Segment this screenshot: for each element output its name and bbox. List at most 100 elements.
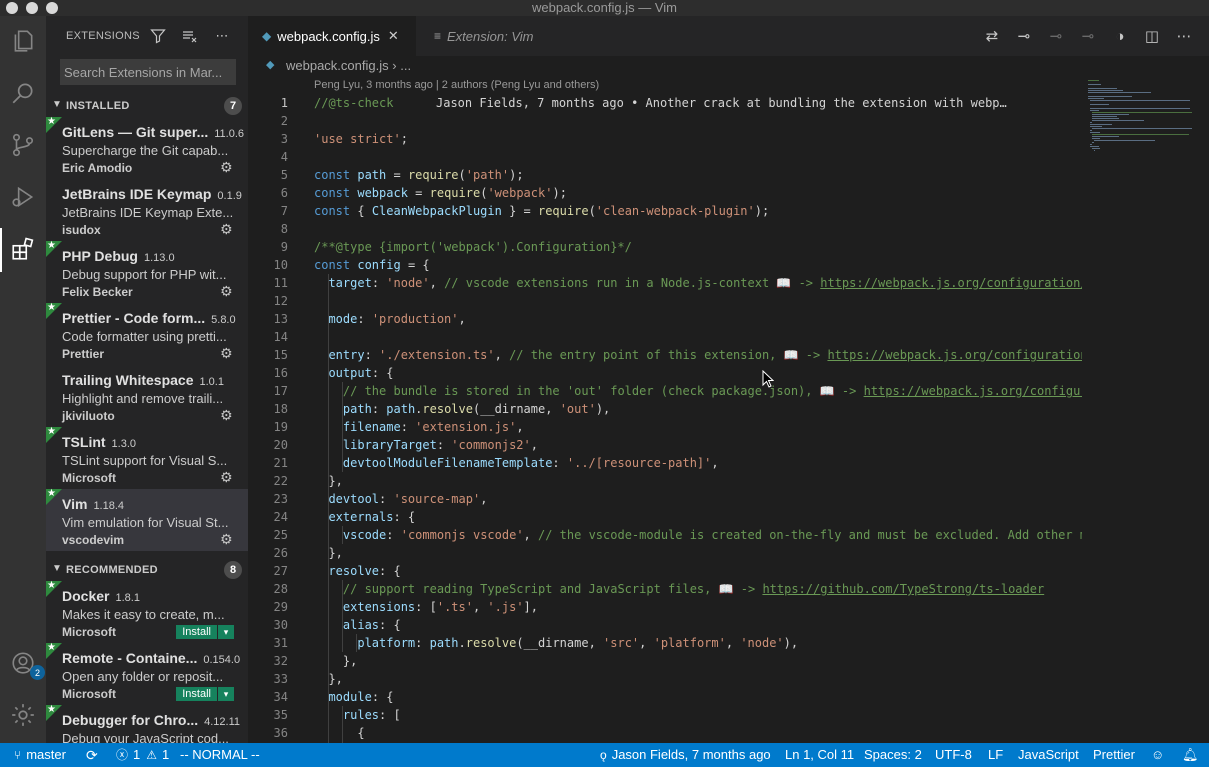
code-line[interactable]: 3 'use strict'; (248, 130, 1082, 148)
accounts-icon[interactable]: 2 (8, 648, 45, 680)
install-button[interactable]: Install ▾ (176, 687, 234, 701)
manage-gear-icon[interactable]: ⚙ (220, 222, 234, 236)
code-line[interactable]: 2 (248, 112, 1082, 130)
next-revision-icon[interactable]: ⊸ (1078, 26, 1098, 46)
code-line[interactable]: 7 const { CleanWebpackPlugin } = require(… (248, 202, 1082, 220)
code-line[interactable]: 21 devtoolModuleFilenameTemplate: '../[r… (248, 454, 1082, 472)
code-line[interactable]: 31 platform: path.resolve(__dirname, 'sr… (248, 634, 1082, 652)
code-line[interactable]: 9 /**@type {import('webpack').Configurati… (248, 238, 1082, 256)
code-line[interactable]: 25 vscode: 'commonjs vscode', // the vsc… (248, 526, 1082, 544)
extension-item[interactable]: ★ PHP Debug 1.13.0 Debug support for PHP wi… (46, 240, 248, 303)
code-line[interactable]: 34 module: { (248, 688, 1082, 706)
code-line[interactable]: 23 devtool: 'source-map', (248, 490, 1082, 508)
previous-revision-icon[interactable]: ⊸ (1046, 26, 1066, 46)
encoding-status[interactable]: UTF-8 (935, 743, 972, 767)
code-line[interactable]: 33 }, (248, 670, 1082, 688)
extension-item[interactable]: ★ GitLens — Git super... 11.0.6 Supercharge… (46, 116, 248, 179)
chevron-down-icon[interactable]: ▾ (218, 625, 234, 639)
blame-status[interactable]: ǫ Jason Fields, 7 months ago (600, 743, 771, 767)
code-line[interactable]: 30 alias: { (248, 616, 1082, 634)
install-button[interactable]: Install ▾ (176, 625, 234, 639)
branch-status[interactable]: ⑂ master (14, 743, 66, 767)
code-line[interactable]: 4 (248, 148, 1082, 166)
problems-status[interactable]: ⓧ 1 ⚠ 1 (116, 743, 169, 767)
language-mode[interactable]: JavaScript (1018, 743, 1079, 767)
code-line[interactable]: 14 (248, 328, 1082, 346)
code-line[interactable]: 18 path: path.resolve(__dirname, 'out'), (248, 400, 1082, 418)
extension-item[interactable]: ★ Remote - Containe... 0.154.0 Open any fol… (46, 642, 248, 705)
code-line[interactable]: 8 (248, 220, 1082, 238)
code-line[interactable]: 12 (248, 292, 1082, 310)
formatter-status[interactable]: Prettier (1093, 743, 1135, 767)
extensions-icon[interactable] (8, 234, 38, 264)
extension-item[interactable]: ★ Docker 1.8.1 Makes it easy to create, m..… (46, 580, 248, 643)
code-line[interactable]: 28 // support reading TypeScript and Jav… (248, 580, 1082, 598)
extension-item[interactable]: ★ TSLint 1.3.0 TSLint support for Visual S.… (46, 426, 248, 489)
recommended-star-icon: ★ (46, 642, 62, 659)
manage-gear-icon[interactable]: ⚙ (220, 160, 234, 174)
extension-item[interactable]: ★ Vim 1.18.4 Vim emulation for Visual St...… (46, 488, 248, 551)
code-line[interactable]: 13 mode: 'production', (248, 310, 1082, 328)
code-line[interactable]: 1 //@ts-check Jason Fields, 7 months ago •… (248, 94, 1082, 112)
git-commit-icon[interactable]: ⊸ (1014, 26, 1034, 46)
manage-gear-icon[interactable]: ⚙ (220, 470, 234, 484)
explorer-icon[interactable] (8, 26, 38, 56)
eol-status[interactable]: LF (988, 743, 1003, 767)
code-editor[interactable]: 1 //@ts-check Jason Fields, 7 months ago •… (248, 94, 1082, 743)
code-line[interactable]: 10 const config = { (248, 256, 1082, 274)
close-tab-icon[interactable]: ✕ (388, 28, 399, 44)
extension-item[interactable]: JetBrains IDE Keymap 0.1.9 JetBrains IDE K… (46, 179, 248, 241)
code-line[interactable]: 19 filename: 'extension.js', (248, 418, 1082, 436)
tab-extension-vim[interactable]: ≡ Extension: Vim (416, 16, 556, 56)
minimap[interactable] (1082, 76, 1209, 743)
open-changes-icon[interactable]: ⇄ (982, 26, 1002, 46)
filter-icon[interactable] (148, 26, 168, 46)
feedback-icon[interactable]: ☺ (1151, 743, 1164, 767)
tab-webpack-config[interactable]: ◆ webpack.config.js ✕ (248, 16, 416, 56)
code-line[interactable]: 35 rules: [ (248, 706, 1082, 724)
extension-search-input[interactable] (64, 64, 232, 80)
notifications-bell-icon[interactable]: 🔔︎ (1182, 743, 1199, 767)
code-line[interactable]: 20 libraryTarget: 'commonjs2', (248, 436, 1082, 454)
split-editor-icon[interactable]: ◫ (1142, 26, 1162, 46)
blame-toggle-icon[interactable]: ◑ (1110, 26, 1130, 46)
code-line[interactable]: 5 const path = require('path'); (248, 166, 1082, 184)
manage-gear-icon[interactable] (8, 700, 38, 730)
code-line[interactable]: 15 entry: './extension.ts', // the entry… (248, 346, 1082, 364)
manage-gear-icon[interactable]: ⚙ (220, 284, 234, 298)
more-actions-icon[interactable]: ⋯ (212, 26, 232, 46)
manage-gear-icon[interactable]: ⚙ (220, 346, 234, 360)
run-debug-icon[interactable] (8, 182, 38, 212)
source-control-icon[interactable] (8, 130, 38, 160)
clear-list-icon[interactable] (180, 26, 200, 46)
code-line[interactable]: 24 externals: { (248, 508, 1082, 526)
breadcrumb-file[interactable]: webpack.config.js › ... (286, 58, 411, 73)
extension-item[interactable]: Trailing Whitespace 1.0.1 Highlight and re… (46, 365, 248, 427)
manage-gear-icon[interactable]: ⚙ (220, 408, 234, 422)
code-line[interactable]: 6 const webpack = require('webpack'); (248, 184, 1082, 202)
installed-section-header[interactable]: ▼ INSTALLED 7 (46, 95, 248, 117)
extension-item[interactable]: ★ Prettier - Code form... 5.8.0 Code format… (46, 302, 248, 365)
minimap-line (1092, 118, 1119, 119)
sync-status[interactable]: ⟳ (86, 743, 103, 767)
code-line[interactable]: 22 }, (248, 472, 1082, 490)
codelens-authors[interactable]: Peng Lyu, 3 months ago | 2 authors (Peng… (314, 79, 599, 91)
chevron-down-icon[interactable]: ▾ (218, 687, 234, 701)
vertical-scrollbar[interactable] (1198, 76, 1209, 743)
editor-more-actions-icon[interactable]: ⋯ (1174, 26, 1194, 46)
code-line[interactable]: 26 }, (248, 544, 1082, 562)
code-line[interactable]: 11 target: 'node', // vscode extensions … (248, 274, 1082, 292)
cursor-position[interactable]: Ln 1, Col 11 (785, 743, 854, 767)
code-line[interactable]: 36 { (248, 724, 1082, 742)
recommended-section-header[interactable]: ▼ RECOMMENDED 8 (46, 559, 248, 581)
indentation-status[interactable]: Spaces: 2 (864, 743, 922, 767)
code-line[interactable]: 27 resolve: { (248, 562, 1082, 580)
extension-search-box[interactable] (60, 59, 236, 85)
manage-gear-icon[interactable]: ⚙ (220, 532, 234, 546)
code-line[interactable]: 29 extensions: ['.ts', '.js'], (248, 598, 1082, 616)
search-icon[interactable] (8, 78, 38, 108)
code-line[interactable]: 32 }, (248, 652, 1082, 670)
extension-item[interactable]: ★ Debugger for Chro... 4.12.11 Debug your J… (46, 704, 248, 743)
code-line[interactable]: 17 // the bundle is stored in the 'out' … (248, 382, 1082, 400)
code-line[interactable]: 16 output: { (248, 364, 1082, 382)
